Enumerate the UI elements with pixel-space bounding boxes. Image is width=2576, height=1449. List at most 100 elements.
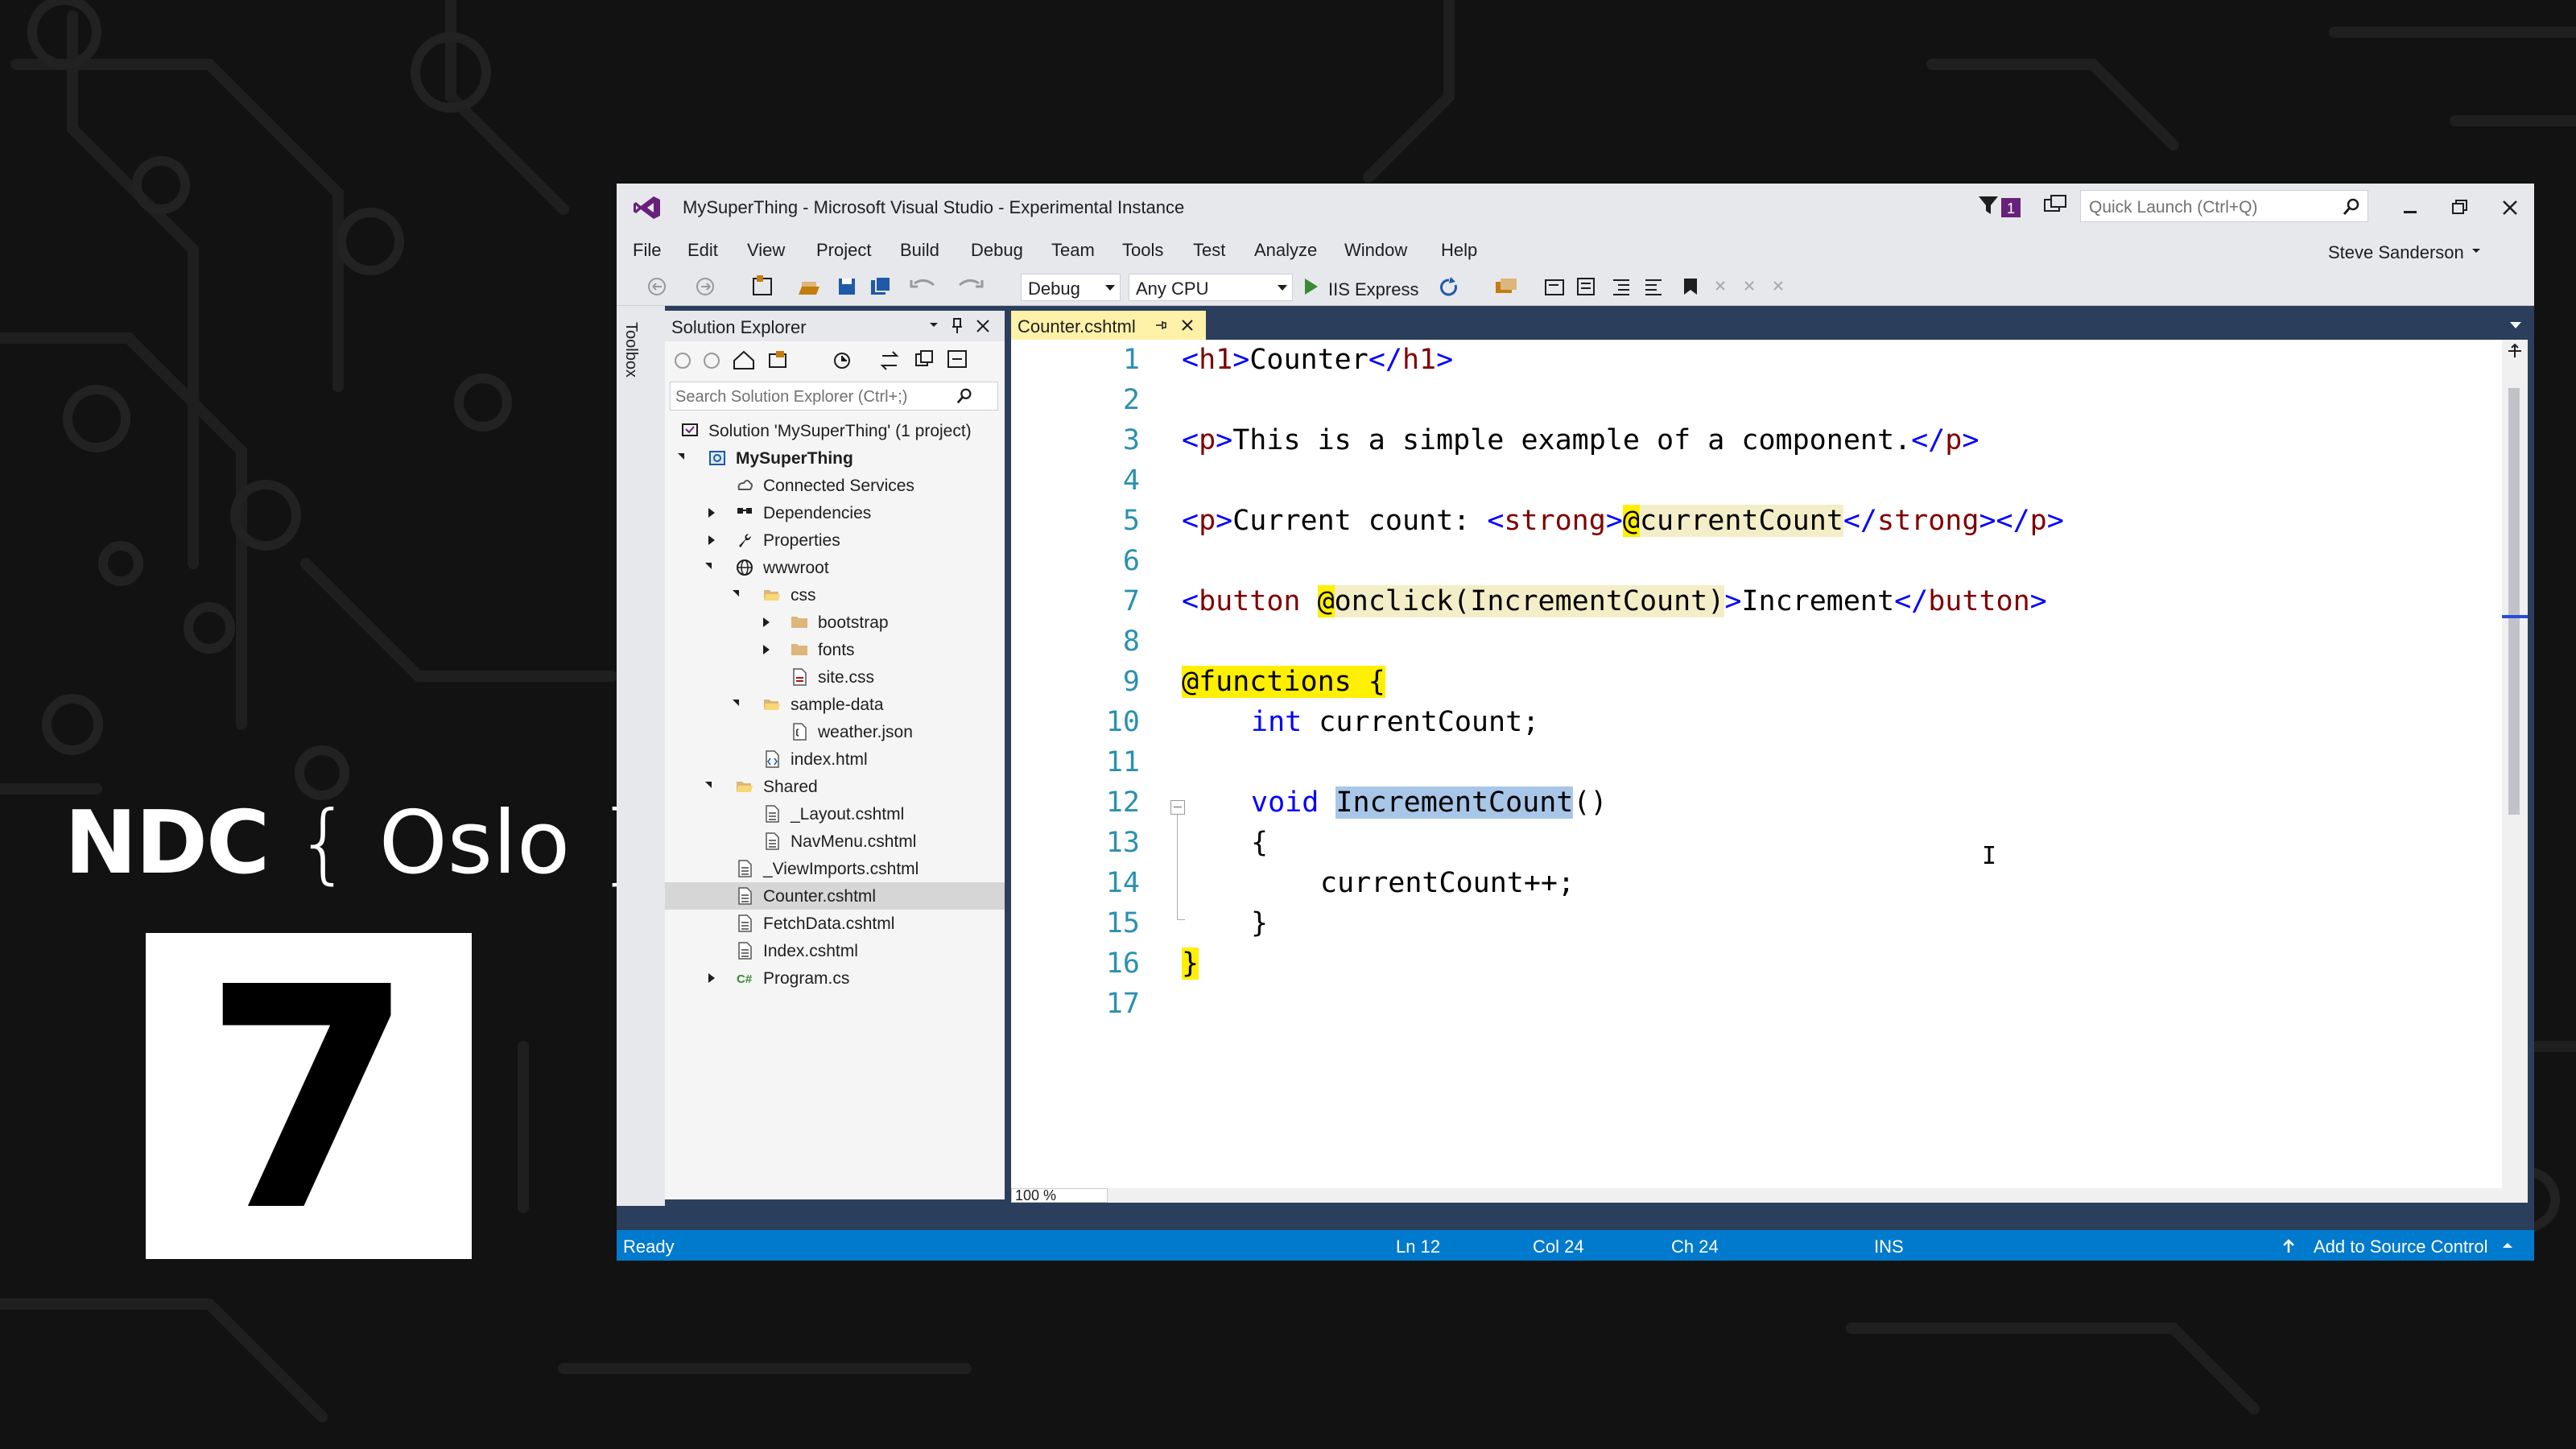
tree-item-viewimports-cshtml[interactable]: _ViewImports.cshtml <box>665 855 1005 882</box>
tree-item-css[interactable]: css <box>665 581 1005 609</box>
menu-tools[interactable]: Tools <box>1122 240 1163 261</box>
outline-collapse-icon[interactable] <box>1170 800 1185 815</box>
platform-select[interactable]: Any CPU <box>1129 274 1293 301</box>
menu-debug[interactable]: Debug <box>971 240 1023 261</box>
line-number: 5 <box>1122 505 1140 537</box>
folder-open-icon <box>764 700 780 710</box>
file-icon <box>738 887 752 905</box>
toolbox-tab[interactable]: Toolbox <box>617 306 665 1206</box>
line-number: 4 <box>1122 464 1140 497</box>
tab-close-icon[interactable] <box>1180 318 1195 332</box>
user-account[interactable]: Steve Sanderson <box>2328 242 2464 263</box>
tree-item-program-cs[interactable]: C# Program.cs <box>665 964 1005 992</box>
tree-item-fetchdata-cshtml[interactable]: FetchData.cshtml <box>665 910 1005 937</box>
chevron-up-icon[interactable] <box>2502 1241 2513 1249</box>
menu-project[interactable]: Project <box>816 240 871 261</box>
folder-icon <box>791 617 807 628</box>
code-area[interactable]: 1 2 3 4 5 6 7 8 9 10 11 12 13 14 15 16 1… <box>1011 340 2500 1188</box>
line-number: 3 <box>1122 424 1140 456</box>
notification-filter-icon[interactable]: 1 <box>1977 193 2025 219</box>
start-debugging-icon[interactable] <box>1302 275 1320 298</box>
line-number: 13 <box>1105 827 1140 859</box>
menu-bar: File Edit View Project Build Debug Team … <box>617 232 2534 267</box>
tree-item-index-html[interactable]: index.html <box>665 745 1005 773</box>
tree-item-navmenu-cshtml[interactable]: NavMenu.cshtml <box>665 828 1005 855</box>
solution-explorer-panel: Solution Explorer Search Solution Explor… <box>665 311 1005 1199</box>
solution-icon <box>682 423 698 436</box>
menu-view[interactable]: View <box>747 240 785 261</box>
panel-close-icon[interactable] <box>976 319 990 333</box>
code-line-7: <button @onclick(IncrementCount)>Increme… <box>1182 585 2047 617</box>
user-chevron-down-icon[interactable] <box>2471 248 2481 254</box>
solution-explorer-header: Solution Explorer <box>665 311 1005 341</box>
tree-item-dependencies[interactable]: Dependencies <box>665 499 1005 526</box>
tab-counter-cshtml[interactable]: Counter.cshtml <box>1011 311 1206 340</box>
feedback-icon[interactable] <box>2041 193 2069 219</box>
html-file-icon <box>766 750 779 768</box>
tree-item-sample-data[interactable]: sample-data <box>665 691 1005 718</box>
panel-menu-chevron-down-icon[interactable] <box>929 322 939 328</box>
file-icon <box>738 860 752 877</box>
menu-file[interactable]: File <box>633 240 661 261</box>
menu-test[interactable]: Test <box>1193 240 1225 261</box>
quick-launch-input[interactable]: Quick Launch (Ctrl+Q) <box>2080 190 2368 222</box>
solution-explorer-toolbar-icons[interactable] <box>665 341 1005 378</box>
solution-explorer-search[interactable]: Search Solution Explorer (Ctrl+;) <box>670 382 998 411</box>
notification-count: 1 <box>2007 200 2015 217</box>
run-target-label[interactable]: IIS Express <box>1328 279 1418 300</box>
menu-build[interactable]: Build <box>900 240 939 261</box>
navigation-toolbar-icons[interactable] <box>633 275 1011 298</box>
restore-icon[interactable] <box>2442 192 2478 224</box>
tab-pin-icon[interactable] <box>1154 318 1167 332</box>
scrollbar-thumb[interactable] <box>2508 388 2520 815</box>
line-number: 15 <box>1105 907 1140 939</box>
horizontal-scrollbar[interactable] <box>1011 1188 2528 1203</box>
tree-item-properties[interactable]: Properties <box>665 526 1005 554</box>
window-title: MySuperThing - Microsoft Visual Studio -… <box>683 197 1185 217</box>
tree-item-bootstrap[interactable]: bootstrap <box>665 609 1005 636</box>
zoom-value: 100 % <box>1015 1187 1057 1203</box>
tree-item-project[interactable]: MySuperThing <box>665 444 1005 472</box>
solution-search-placeholder: Search Solution Explorer (Ctrl+;) <box>675 388 908 406</box>
line-number: 12 <box>1105 786 1140 819</box>
zoom-select[interactable]: 100 % <box>1011 1188 1108 1203</box>
line-number: 14 <box>1105 867 1140 899</box>
code-editor: Counter.cshtml 1 2 3 4 5 6 7 8 9 10 11 1… <box>1011 311 2528 1203</box>
tree-item-shared[interactable]: Shared <box>665 773 1005 800</box>
pin-icon[interactable] <box>950 317 964 335</box>
menu-window[interactable]: Window <box>1344 240 1407 261</box>
tree-item-weather-json[interactable]: weather.json <box>665 718 1005 745</box>
tree-item-site-css[interactable]: site.css <box>665 663 1005 691</box>
split-editor-icon[interactable] <box>2507 343 2523 359</box>
standard-toolbar: Debug Any CPU IIS Express <box>617 267 2534 306</box>
line-number: 8 <box>1122 625 1140 658</box>
tree-item-solution[interactable]: Solution 'MySuperThing' (1 project) <box>665 417 1005 444</box>
wrench-icon <box>739 534 751 547</box>
tab-overflow-chevron-down-icon[interactable] <box>2510 322 2521 328</box>
tree-item-wwwroot[interactable]: wwwroot <box>665 554 1005 581</box>
menu-help[interactable]: Help <box>1441 240 1477 261</box>
status-column: Col 24 <box>1533 1236 1584 1257</box>
search-icon <box>2343 198 2359 215</box>
tree-item-counter-cshtml[interactable]: Counter.cshtml <box>665 882 1005 910</box>
file-icon <box>738 942 752 960</box>
menu-team[interactable]: Team <box>1051 240 1095 261</box>
tree-item-index-cshtml[interactable]: Index.cshtml <box>665 937 1005 964</box>
add-to-source-control-button[interactable]: Add to Source Control <box>2314 1236 2487 1257</box>
tree-item-layout-cshtml[interactable]: _Layout.cshtml <box>665 800 1005 828</box>
search-icon <box>956 388 972 404</box>
toolbox-label: Toolbox <box>622 322 640 378</box>
vertical-scrollbar[interactable] <box>2502 340 2528 1188</box>
status-character: Ch 24 <box>1671 1236 1719 1257</box>
configuration-select[interactable]: Debug <box>1021 274 1121 301</box>
menu-edit[interactable]: Edit <box>687 240 718 261</box>
tree-item-fonts[interactable]: fonts <box>665 636 1005 663</box>
close-icon[interactable] <box>2492 192 2528 224</box>
code-line-12: void IncrementCount() <box>1251 786 1608 819</box>
title-bar: MySuperThing - Microsoft Visual Studio -… <box>617 184 2534 232</box>
status-line: Ln 12 <box>1396 1236 1441 1257</box>
minimize-icon[interactable] <box>2392 192 2428 224</box>
debug-and-edit-toolbar-icons[interactable] <box>1438 275 1905 298</box>
tree-item-connected-services[interactable]: Connected Services <box>665 472 1005 499</box>
menu-analyze[interactable]: Analyze <box>1254 240 1317 261</box>
